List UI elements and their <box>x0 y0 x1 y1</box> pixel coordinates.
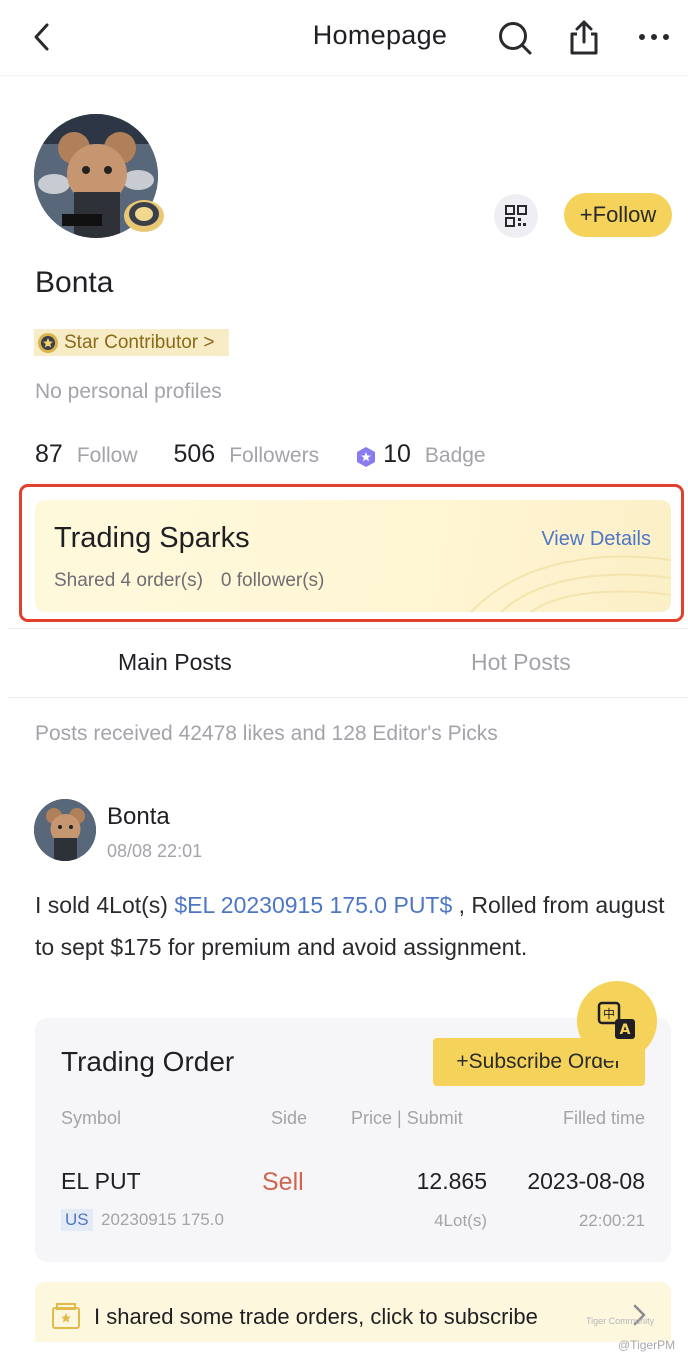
order-card-title: Trading Order <box>61 1046 235 1077</box>
column-header-filled-time: Filled time <box>562 1108 645 1128</box>
translate-button[interactable]: 中 A <box>577 981 657 1061</box>
filled-time: 22:00:21 <box>578 1211 645 1230</box>
follow-count[interactable]: 87 <box>35 440 63 469</box>
order-quantity: 4Lot(s) <box>434 1211 487 1230</box>
ticker-link[interactable]: $EL 20230915 175.0 PUT$ <box>174 892 452 918</box>
market-tag: US <box>61 1209 93 1231</box>
top-bar: Homepage <box>0 0 688 76</box>
subscribe-banner[interactable]: I shared some trade orders, click to sub… <box>35 1282 671 1342</box>
post-timestamp: 08/08 22:01 <box>107 841 203 861</box>
post-tabs: Main Posts Hot Posts <box>8 628 688 698</box>
translate-icon: 中 A <box>597 1001 635 1039</box>
post-author-avatar[interactable] <box>34 799 96 861</box>
filled-date: 2023-08-08 <box>527 1168 645 1194</box>
share-icon[interactable] <box>564 18 604 58</box>
qr-code-icon <box>505 205 527 227</box>
column-header-symbol: Symbol <box>61 1108 122 1128</box>
column-header-price: Price | Submit <box>351 1108 463 1128</box>
follow-label[interactable]: Follow <box>77 444 138 468</box>
star-contributor-badge[interactable]: Star Contributor > <box>34 329 229 356</box>
qr-code-button[interactable] <box>494 194 538 238</box>
chevron-left-icon[interactable] <box>28 20 56 54</box>
badge-label[interactable]: Badge <box>425 444 486 468</box>
contributor-label: Star Contributor > <box>64 331 215 353</box>
followers-label[interactable]: Followers <box>229 444 319 468</box>
svg-text:A: A <box>620 1022 631 1038</box>
avatar-image <box>34 799 96 861</box>
post-text-start: I sold 4Lot(s) <box>35 892 175 918</box>
order-price: 12.865 <box>416 1168 487 1194</box>
contributor-medal-icon <box>124 200 164 232</box>
column-header-side: Side <box>271 1108 308 1128</box>
profile-stats: 87 Follow 506 Followers 10 Badge <box>35 440 522 474</box>
profile-bio: No personal profiles <box>35 380 222 403</box>
contract-detail: 20230915 175.0 <box>101 1210 224 1229</box>
highlight-outline <box>19 484 684 622</box>
profile-name: Bonta <box>35 266 114 299</box>
watermark-handle: @TigerPM <box>618 1338 676 1352</box>
watermark-community: Tiger Community <box>586 1316 655 1326</box>
banner-message: I shared some trade orders, click to sub… <box>94 1304 538 1329</box>
trading-order-card[interactable]: Trading Order +Subscribe Order Symbol Si… <box>35 1018 671 1262</box>
tab-main-posts[interactable]: Main Posts <box>118 649 232 676</box>
order-side: Sell <box>262 1168 304 1196</box>
star-medal-icon <box>38 333 58 353</box>
tab-hot-posts[interactable]: Hot Posts <box>471 649 571 676</box>
more-dots-icon[interactable] <box>634 18 674 58</box>
follow-button[interactable]: +Follow <box>564 193 672 237</box>
subscribe-box-icon <box>52 1303 80 1329</box>
badge-icon <box>357 447 376 467</box>
post-author-name[interactable]: Bonta <box>107 803 170 831</box>
search-icon[interactable] <box>495 18 535 58</box>
order-symbol: EL PUT <box>61 1168 141 1194</box>
followers-count[interactable]: 506 <box>174 440 216 469</box>
likes-summary: Posts received 42478 likes and 128 Edito… <box>35 722 498 745</box>
badge-count[interactable]: 10 <box>383 440 411 469</box>
post-body[interactable]: I sold 4Lot(s) $EL 20230915 175.0 PUT$ ,… <box>35 884 665 968</box>
page-title: Homepage <box>312 20 448 50</box>
svg-text:中: 中 <box>603 1006 615 1021</box>
